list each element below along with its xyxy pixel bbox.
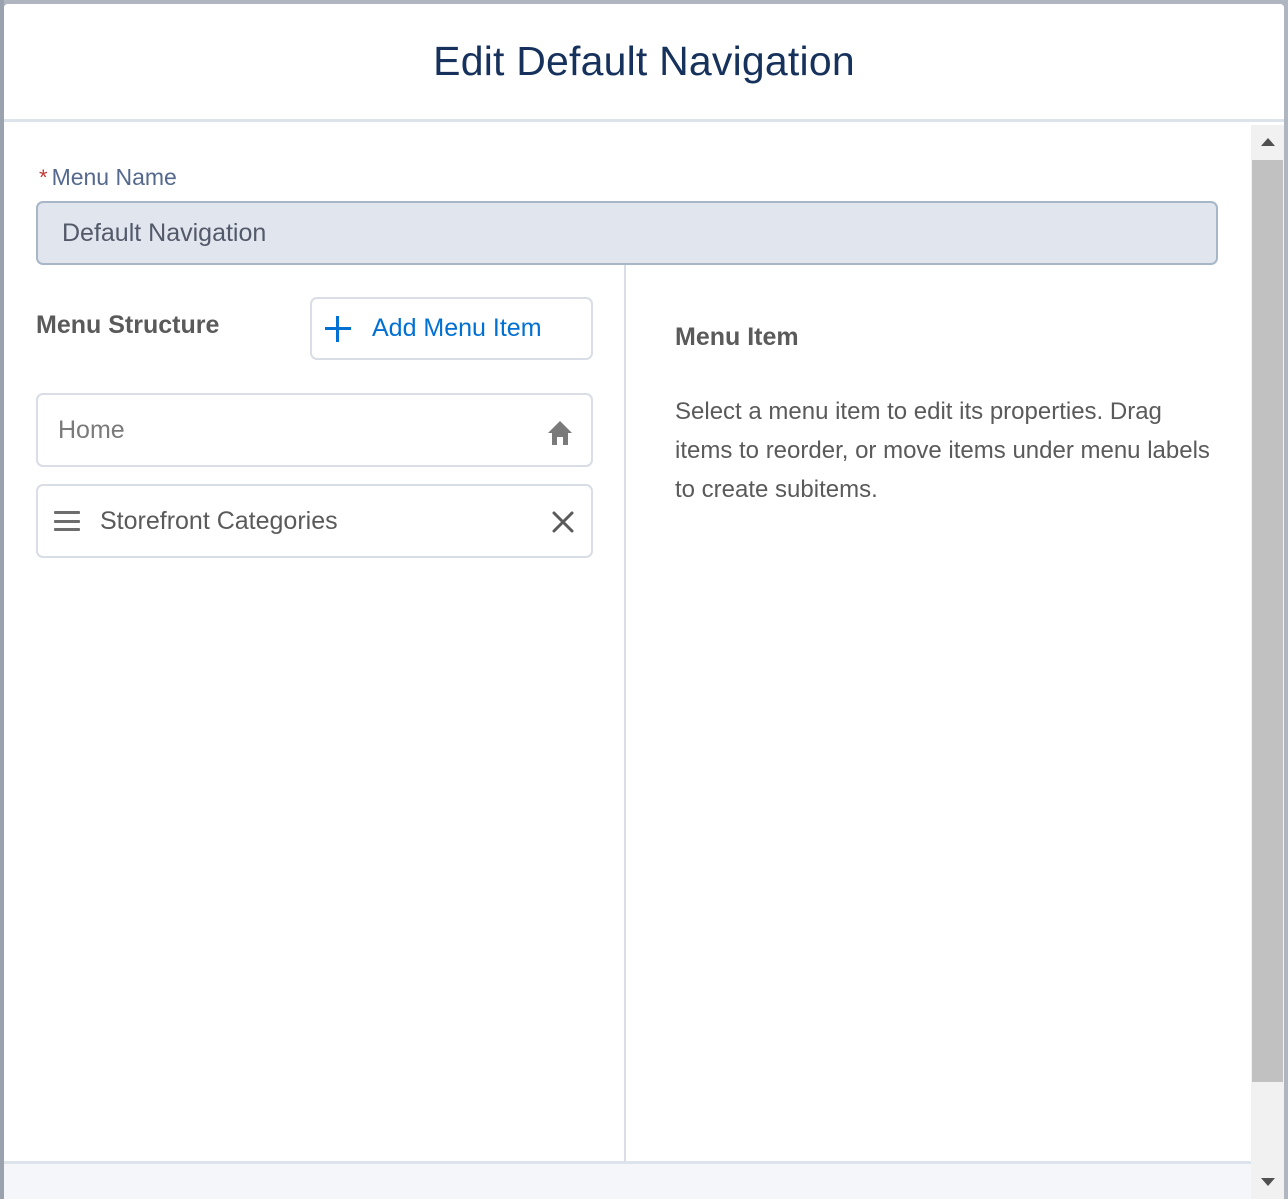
close-icon[interactable] [551, 510, 575, 534]
modal-body [4, 125, 1251, 1161]
menu-item-label: Storefront Categories [100, 506, 338, 535]
menu-item-heading: Menu Item [675, 323, 799, 351]
plus-icon [324, 315, 352, 343]
scroll-up-arrow-icon[interactable] [1251, 125, 1284, 159]
scroll-down-arrow-icon[interactable] [1251, 1165, 1284, 1199]
scroll-thumb[interactable] [1252, 160, 1283, 1082]
panel-divider [624, 265, 626, 1165]
menu-item-home[interactable]: Home [36, 393, 593, 467]
home-icon [547, 420, 573, 446]
modal-footer [4, 1161, 1251, 1199]
menu-item-label: Home [58, 415, 125, 444]
add-menu-item-label: Add Menu Item [372, 314, 542, 342]
menu-name-input[interactable] [36, 201, 1218, 265]
edit-navigation-modal: Edit Default Navigation * Menu Name Menu… [4, 4, 1284, 1199]
menu-structure-heading: Menu Structure [36, 311, 220, 339]
modal-title: Edit Default Navigation [433, 38, 855, 84]
modal-scrollbar[interactable] [1251, 125, 1284, 1199]
required-marker: * [39, 164, 48, 190]
menu-name-label: * Menu Name [39, 164, 177, 191]
modal-header: Edit Default Navigation [4, 4, 1284, 122]
menu-item-help-text: Select a menu item to edit its propertie… [675, 398, 1210, 503]
drag-handle-icon[interactable] [54, 511, 80, 531]
menu-item-storefront-categories[interactable]: Storefront Categories [36, 484, 593, 558]
add-menu-item-button[interactable]: Add Menu Item [310, 297, 593, 360]
menu-name-label-text: Menu Name [51, 164, 177, 190]
